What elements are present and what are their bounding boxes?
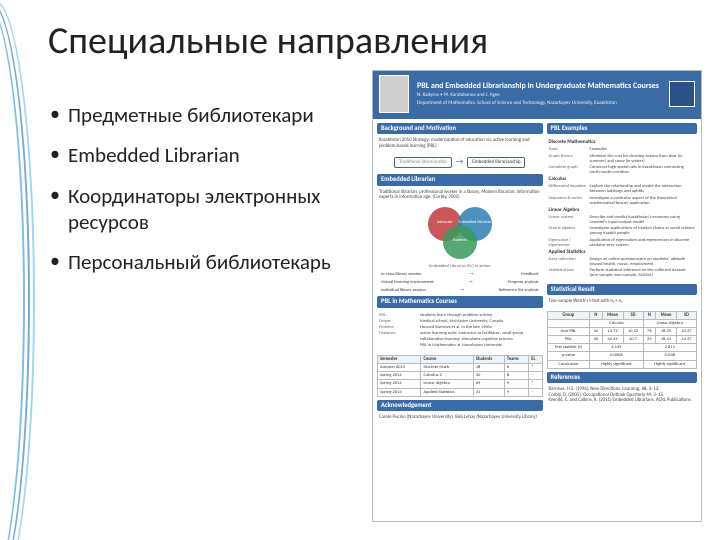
tri-left: Individual library session (381, 288, 426, 293)
refs-text: Barrows, H.S. (1996). New Directions. Le… (547, 386, 697, 405)
arrow-icon: → (456, 158, 463, 167)
box-embedded: Embedded librarianship (467, 157, 525, 169)
list-item: Embedded Librarian (48, 142, 338, 168)
section-heading-ack: Acknowledgement (377, 400, 543, 411)
list-item: Предметные библиотекари (48, 102, 338, 128)
poster-dept: Department of Mathematics, School of Sci… (417, 101, 669, 107)
tri-left: In-class library session (381, 272, 422, 277)
section-heading-pbl-math: PBL in Mathematics Courses (377, 296, 543, 307)
subhead-discrete: Discrete Mathematics (549, 140, 695, 146)
pbl-origin: Medical school, McMaster University, Can… (420, 319, 541, 324)
subhead-stats: Applied Statistics (549, 250, 695, 256)
poster-title: PBL and Embedded Librarianship in Underg… (417, 82, 669, 91)
slide-title: Специальные направления (48, 18, 488, 64)
list-item: Персональный библиотекарь (48, 249, 338, 275)
poster-header: PBL and Embedded Librarianship in Underg… (373, 71, 701, 119)
subhead-linear: Linear Algebra (549, 208, 695, 214)
stat-title: Two-sample Welch's t-test with n₁ ≠ n₂ (547, 298, 697, 306)
section-heading-background: Background and Motivation (377, 123, 543, 134)
venn-circle-students: Students (443, 225, 477, 259)
pbl-features: active learning style; instructor as fac… (420, 331, 541, 341)
slide-decoration-left (0, 0, 40, 540)
course-table: Semester Course Students Teams EL Autumn… (377, 355, 543, 397)
pbl-pioneer: Howard Barrows et al. in the late 1960s (420, 325, 541, 330)
bullet-list: Предметные библиотекари Embedded Librari… (48, 102, 338, 289)
pbl-final: PBL in Mathematics at Nazarbayev Univers… (420, 343, 541, 348)
stat-table: Group N Mean SD N Mean SD CalculusLinear… (547, 311, 697, 369)
subhead-calc: Calculus (549, 177, 695, 183)
venn-caption: Embedded Librarian (EL) in action (377, 264, 543, 269)
section-heading-embedded: Embedded Librarian (377, 174, 543, 185)
section-heading-examples: PBL Examples (547, 123, 697, 134)
box-traditional: Traditional librarianship (394, 157, 452, 169)
embedded-poster: PBL and Embedded Librarianship in Underg… (372, 70, 702, 522)
background-text: Kazakhstan 2050 Strategy: modernization … (377, 137, 543, 150)
venn-diagram: Instructor Embedded Librarian Students (400, 207, 520, 257)
ack-text: Carole Pucino (Nazarbayev University), B… (377, 414, 543, 422)
section-heading-stat: Statistical Result (547, 284, 697, 295)
university-logo (669, 81, 695, 107)
pbl-def: students learn through problem-solving (420, 313, 541, 318)
poster-authors: N. Kadyrov • M. Karatabanov and J. Agee (417, 93, 669, 99)
tri-right: Reference list analysis (499, 288, 539, 293)
author-photo (379, 75, 409, 113)
tri-right: Progress analysis (508, 280, 539, 285)
list-item: Координаторы электронных ресурсов (48, 183, 338, 236)
section-heading-refs: References (547, 372, 697, 383)
tri-right: Feedback (521, 272, 538, 277)
embedded-text: Traditional librarian: professional work… (377, 189, 543, 202)
tri-left: Virtual learning environment (381, 280, 434, 285)
